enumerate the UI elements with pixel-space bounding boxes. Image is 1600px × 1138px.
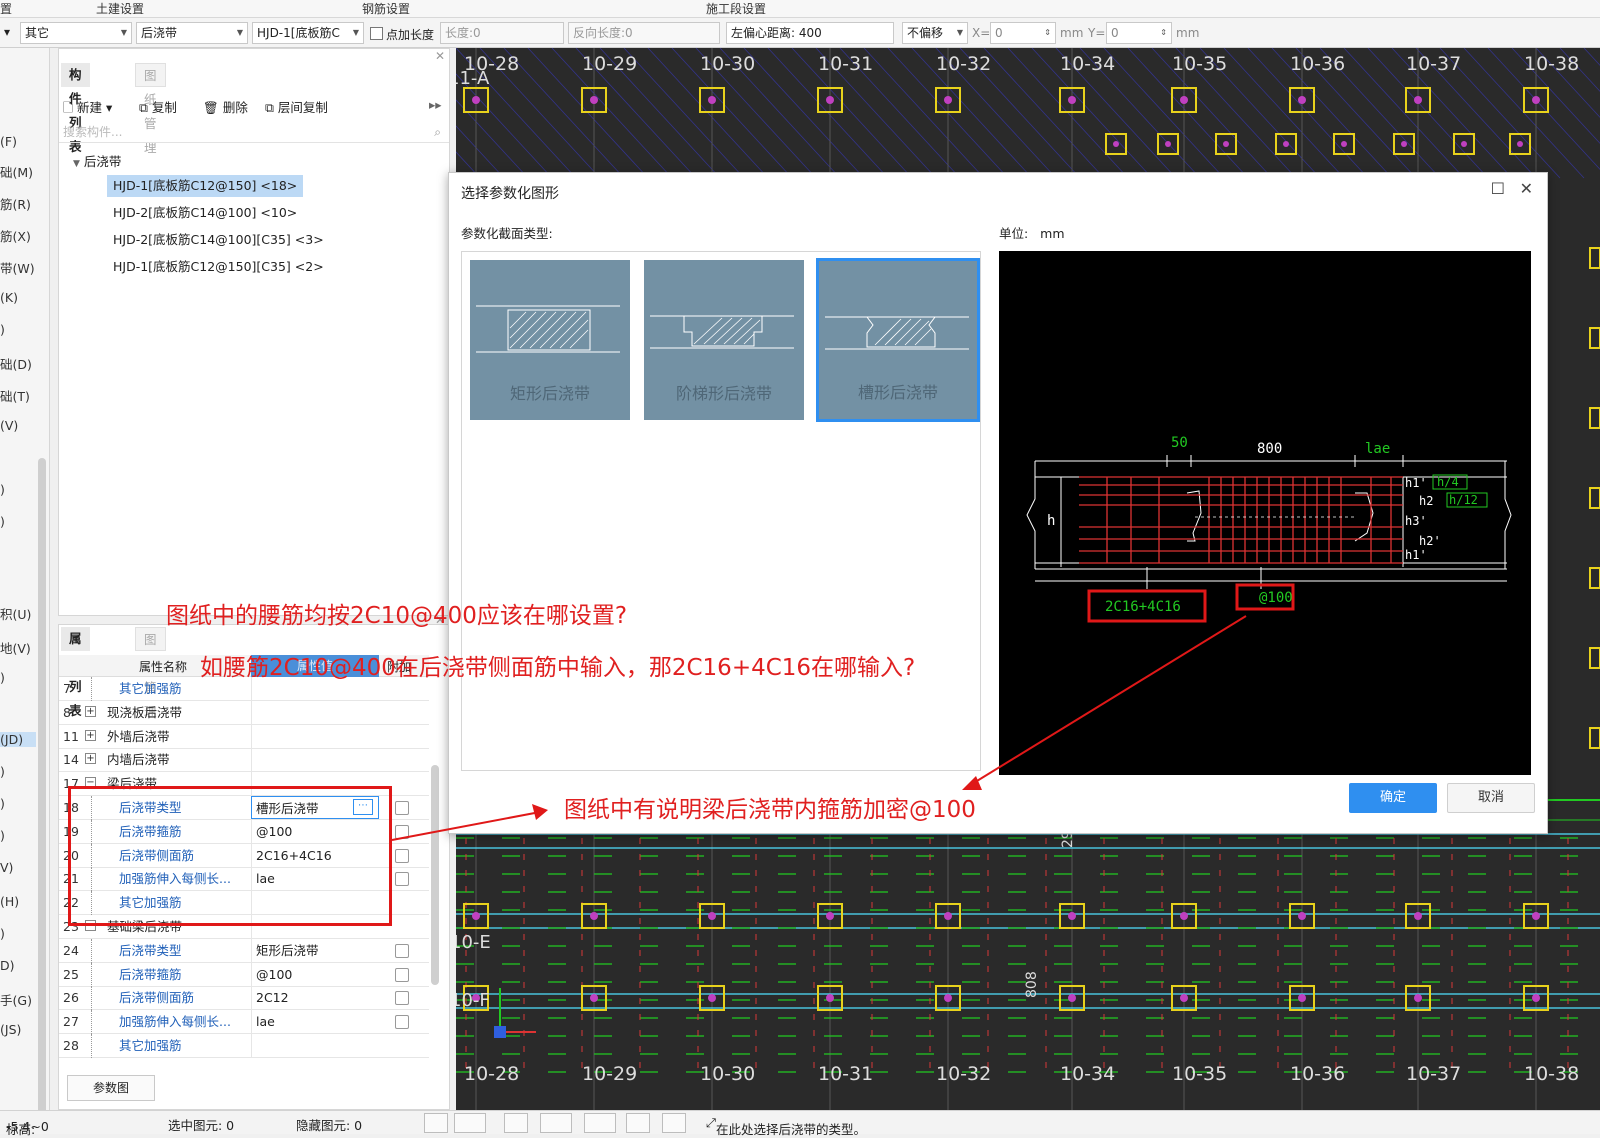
annotation-note: 图纸中有说明梁后浇带内箍筋加密@100 [564, 797, 976, 823]
status-bar: 标高: -5.4~0 选中图元: 0 隐藏图元: 0 ⤢ 在此处选择后浇带的类型… [0, 1110, 1600, 1137]
annotation-question-2: 如腰筋2C10@400在后浇带侧面筋中输入，那2C16+4C16在哪输入? [200, 655, 916, 681]
ortho-snap-icon[interactable] [424, 1113, 448, 1133]
annotation-question-1: 图纸中的腰筋均按2C10@400应该在哪设置? [166, 603, 628, 629]
status-hint: ⤢ 在此处选择后浇带的类型。 [706, 1115, 867, 1137]
offset-snap-icon[interactable] [584, 1113, 616, 1133]
save-view-icon[interactable] [626, 1113, 650, 1133]
selected-count: 选中图元: 0 [168, 1118, 235, 1133]
curve-icon[interactable] [662, 1113, 686, 1133]
angle-icon[interactable] [540, 1113, 572, 1133]
cross-snap-icon[interactable] [504, 1113, 528, 1133]
hidden-count: 隐藏图元: 0 [296, 1118, 363, 1133]
annotation-overlay [391, 615, 1247, 841]
select-box-icon[interactable] [454, 1113, 486, 1133]
